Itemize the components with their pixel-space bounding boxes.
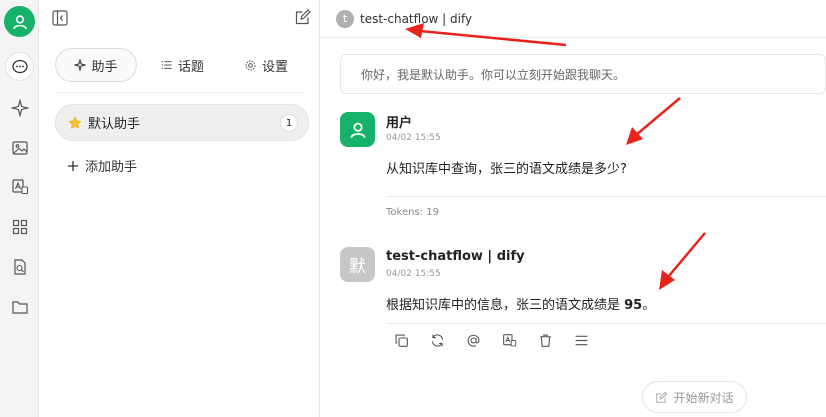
user-message-time: 04/02 15:55 [386,133,441,143]
menu-icon [575,335,587,345]
files-nav-button[interactable] [5,292,34,321]
document-search-icon [13,258,26,275]
new-topic-button[interactable] [294,8,312,26]
bot-message-avatar: 默 [340,247,375,282]
more-menu-button[interactable] [572,331,590,349]
bot-content-score: 95 [624,298,643,313]
chat-nav-button[interactable] [5,52,34,81]
image-nav-button[interactable] [5,133,34,162]
chat-model-avatar: t [336,9,354,28]
sparkle-icon [10,98,29,117]
user-message-name: 用户 [386,116,413,131]
annotation-arrow-answer [659,232,706,290]
bot-message-content: 根据知识库中的信息，张三的语文成绩是 95。 [386,294,655,313]
refresh-icon [431,333,443,347]
edit-icon [295,9,311,25]
image-icon [11,140,28,155]
bot-content-prefix: 根据知识库中的信息，张三的语文成绩是 [386,298,625,313]
assistant-name: 默认助手 [88,117,141,132]
tab-topics[interactable]: 话题 [161,48,204,82]
sidebar-tabs: 助手 话题 设置 [55,48,305,82]
copy-icon [395,334,408,347]
chat-header: t test-chatflow | dify [321,0,826,38]
apps-nav-button[interactable] [5,212,34,241]
tab-label: 话题 [178,59,205,75]
tab-label: 设置 [262,59,289,75]
chat-bubble-icon [11,59,28,73]
bot-content-suffix: 。 [642,298,656,313]
assistant-item-default[interactable]: 默认助手 1 [55,104,309,141]
gear-icon [245,60,256,70]
user-avatar[interactable] [4,6,35,37]
at-icon [467,334,479,347]
bot-message-name: test-chatflow | dify [386,249,525,264]
knowledge-nav-button[interactable] [5,252,34,281]
add-assistant-label: 添加助手 [85,160,138,175]
message-divider [386,323,826,324]
icon-rail [0,0,39,417]
new-chat-label: 开始新对话 [673,390,734,405]
copy-button[interactable] [392,331,410,349]
annotation-arrow-question [626,97,681,145]
message-divider [386,196,826,197]
bot-message-time: 04/02 15:55 [386,269,441,279]
topic-count-badge: 1 [280,114,298,132]
folder-icon [11,300,28,314]
regenerate-button[interactable] [428,331,446,349]
translate-icon [502,333,516,346]
user-icon [349,122,366,138]
user-message-content: 从知识库中查询，张三的语文成绩是多少? [386,162,627,177]
list-icon [161,61,172,69]
sidebar-toolbar [39,0,320,38]
translate-button[interactable] [500,331,518,349]
mention-model-button[interactable] [464,331,482,349]
sidebar-collapse-icon [52,10,68,26]
edit-icon [656,391,668,403]
tab-label: 助手 [91,59,118,75]
token-count: Tokens: 19 [386,207,439,218]
sidebar-divider [55,92,305,93]
translate-nav-button[interactable] [5,172,34,201]
grid-icon [12,219,27,234]
user-message-avatar [340,112,375,147]
greeting-message: 你好，我是默认助手。你可以立刻开始跟我聊天。 [340,54,826,94]
tab-settings[interactable]: 设置 [244,48,288,82]
chat-title[interactable]: test-chatflow | dify [360,12,472,26]
collapse-sidebar-button[interactable] [51,9,69,27]
plus-icon [68,160,78,171]
translate-icon [11,178,28,194]
delete-button[interactable] [536,331,554,349]
sparkle-icon [74,59,87,71]
assistant-sidebar: 助手 话题 设置 默认助手 1 添加助手 [39,0,320,417]
user-icon [12,14,27,29]
new-chat-button[interactable]: 开始新对话 [642,381,747,413]
agents-nav-button[interactable] [5,93,34,122]
message-actions [392,331,590,349]
add-assistant-button[interactable]: 添加助手 [67,156,137,175]
trash-icon [539,334,551,347]
tab-assistants[interactable]: 助手 [55,48,137,82]
star-icon [68,115,82,129]
